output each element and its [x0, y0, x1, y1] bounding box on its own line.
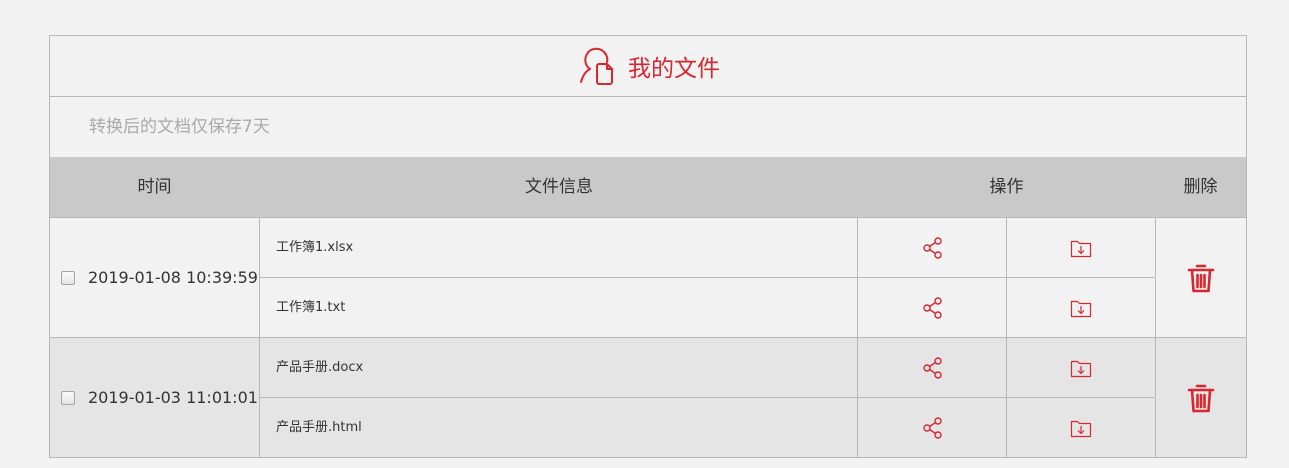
- share-icon[interactable]: [921, 356, 945, 380]
- download-cell: [1007, 398, 1156, 457]
- download-cell: [1007, 278, 1156, 337]
- title-bar: 我的文件: [50, 36, 1246, 97]
- share-icon[interactable]: [921, 296, 945, 320]
- time-cell: 2019-01-03 11:01:01: [50, 338, 260, 457]
- share-cell: [859, 398, 1007, 457]
- folder-download-icon[interactable]: [1070, 298, 1092, 318]
- trash-icon[interactable]: [1187, 382, 1215, 414]
- download-cell: [1007, 218, 1156, 277]
- file-name: 工作簿1.txt: [260, 278, 858, 337]
- share-icon[interactable]: [921, 236, 945, 260]
- table-row: 工作簿1.txt: [260, 278, 1156, 337]
- time-cell: 2019-01-08 10:39:59: [50, 218, 260, 337]
- table-row: 工作簿1.xlsx: [260, 218, 1156, 278]
- share-cell: [859, 338, 1007, 397]
- table-row: 产品手册.html: [260, 398, 1156, 457]
- table-row-group: 2019-01-08 10:39:59 工作簿1.xlsx 工作簿1.txt: [50, 218, 1246, 338]
- delete-cell: [1155, 338, 1246, 457]
- share-icon[interactable]: [921, 416, 945, 440]
- column-header-time: 时间: [137, 177, 172, 197]
- share-cell: [859, 278, 1007, 337]
- my-files-panel: 我的文件 转换后的文档仅保存7天 时间 文件信息 操作 删除 2019-01-0…: [49, 35, 1247, 458]
- share-cell: [859, 218, 1007, 277]
- trash-icon[interactable]: [1187, 262, 1215, 294]
- conversion-time: 2019-01-08 10:39:59: [88, 268, 258, 287]
- conversion-time: 2019-01-03 11:01:01: [88, 388, 258, 407]
- column-header-delete: 删除: [1183, 177, 1218, 197]
- file-list: 工作簿1.xlsx 工作簿1.txt: [260, 218, 1156, 337]
- page-title: 我的文件: [628, 56, 720, 82]
- download-cell: [1007, 338, 1156, 397]
- file-name: 产品手册.html: [260, 398, 858, 457]
- folder-download-icon[interactable]: [1070, 238, 1092, 258]
- retention-notice: 转换后的文档仅保存7天: [89, 117, 270, 137]
- table-header: 时间 文件信息 操作 删除: [50, 157, 1246, 218]
- column-header-file-info: 文件信息: [525, 177, 593, 197]
- table-row: 产品手册.docx: [260, 338, 1156, 398]
- file-name: 产品手册.docx: [260, 338, 858, 397]
- folder-download-icon[interactable]: [1070, 358, 1092, 378]
- user-file-icon: [576, 44, 620, 88]
- file-name: 工作簿1.xlsx: [260, 218, 858, 277]
- column-header-actions: 操作: [989, 177, 1024, 197]
- table-row-group: 2019-01-03 11:01:01 产品手册.docx 产品手册.html: [50, 338, 1246, 457]
- delete-cell: [1155, 218, 1246, 337]
- select-checkbox[interactable]: [61, 270, 75, 285]
- file-list: 产品手册.docx 产品手册.html: [260, 338, 1156, 457]
- select-checkbox[interactable]: [61, 390, 75, 405]
- folder-download-icon[interactable]: [1070, 418, 1092, 438]
